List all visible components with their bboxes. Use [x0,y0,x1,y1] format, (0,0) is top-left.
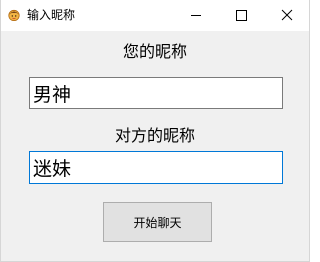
title-bar[interactable]: 输入昵称 [1,0,309,31]
nickname-input[interactable] [29,77,283,109]
close-button[interactable] [263,0,309,31]
close-icon [281,9,293,21]
minimize-icon [191,15,201,16]
maximize-icon [236,10,247,21]
dialog-window: 输入昵称 您的昵称 对方的昵称 开始聊天 [0,0,310,262]
maximize-button[interactable] [218,0,264,31]
app-face-icon [8,9,20,21]
other-nickname-input[interactable] [29,151,283,184]
start-chat-button[interactable]: 开始聊天 [103,202,212,242]
window-title: 输入昵称 [27,8,76,22]
other-nickname-label: 对方的昵称 [114,126,195,145]
minimize-button[interactable] [173,0,219,31]
nickname-label: 您的昵称 [122,42,187,61]
